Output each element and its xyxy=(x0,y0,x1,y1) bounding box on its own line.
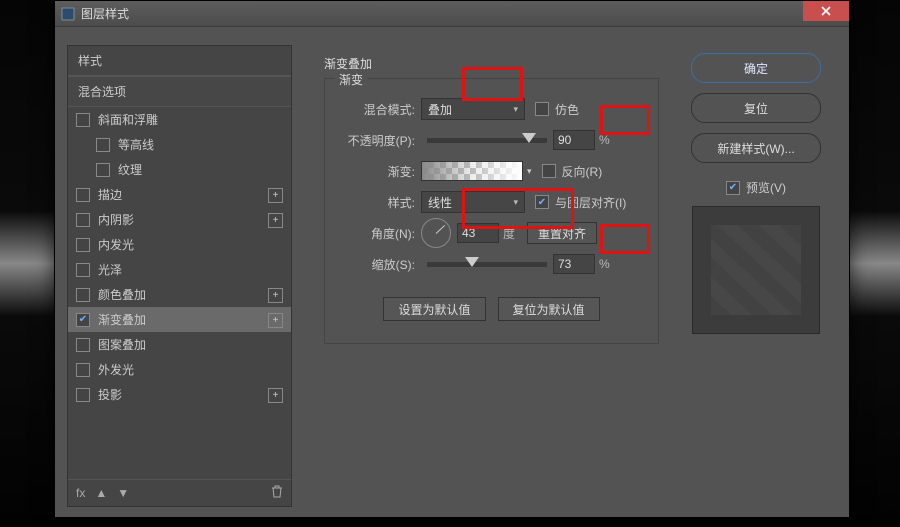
angle-unit: 度 xyxy=(503,225,515,242)
style-checkbox[interactable] xyxy=(76,238,90,252)
style-item[interactable]: 斜面和浮雕 xyxy=(68,107,291,132)
chevron-down-icon: ▾ xyxy=(513,104,518,115)
style-value: 线性 xyxy=(428,194,452,211)
style-select[interactable]: 线性 ▾ xyxy=(421,191,525,213)
preview-checkbox[interactable] xyxy=(726,181,740,195)
blending-options-row[interactable]: 混合选项 xyxy=(68,76,291,107)
style-label: 纹理 xyxy=(118,161,142,178)
layer-style-dialog: 图层样式 样式 混合选项 斜面和浮雕等高线纹理描边 + 内阴影 + 内发光光泽颜色叠加 +… xyxy=(54,0,850,518)
add-effect-icon[interactable]: + xyxy=(268,213,283,228)
style-item[interactable]: 纹理 xyxy=(68,157,291,182)
close-button[interactable] xyxy=(803,1,849,21)
style-label: 光泽 xyxy=(98,261,122,278)
blend-mode-label: 混合模式: xyxy=(335,101,421,118)
section-title: 渐变叠加 xyxy=(324,55,659,72)
opacity-label: 不透明度(P): xyxy=(335,132,421,149)
window-title: 图层样式 xyxy=(81,5,129,22)
add-effect-icon[interactable]: + xyxy=(268,388,283,403)
opacity-slider[interactable] xyxy=(427,138,547,143)
style-checkbox[interactable] xyxy=(76,263,90,277)
gradient-overlay-panel: 渐变叠加 渐变 混合模式: 叠加 ▾ 仿色 不透明度(P): xyxy=(300,27,673,515)
style-checkbox[interactable] xyxy=(76,388,90,402)
add-effect-icon[interactable]: + xyxy=(268,313,283,328)
blend-mode-value: 叠加 xyxy=(428,101,452,118)
chevron-down-icon[interactable]: ▾ xyxy=(527,166,532,177)
angle-input[interactable] xyxy=(457,223,499,243)
preview-thumbnail xyxy=(692,206,820,334)
add-effect-icon[interactable]: + xyxy=(268,188,283,203)
dither-label: 仿色 xyxy=(555,101,579,118)
gradient-picker[interactable] xyxy=(421,161,523,181)
gradient-label: 渐变: xyxy=(335,163,421,180)
arrow-down-icon[interactable]: ▼ xyxy=(117,486,129,500)
scale-unit: % xyxy=(599,257,610,271)
angle-label: 角度(N): xyxy=(335,225,421,242)
reset-align-button[interactable]: 重置对齐 xyxy=(527,222,597,244)
style-label: 图案叠加 xyxy=(98,336,146,353)
make-default-button[interactable]: 设置为默认值 xyxy=(383,297,485,321)
chevron-down-icon: ▾ xyxy=(513,197,518,208)
style-label: 斜面和浮雕 xyxy=(98,111,158,128)
style-item[interactable]: 内阴影 + xyxy=(68,207,291,232)
style-item[interactable]: 颜色叠加 + xyxy=(68,282,291,307)
style-item[interactable]: 渐变叠加 + xyxy=(68,307,291,332)
dither-checkbox[interactable] xyxy=(535,102,549,116)
add-effect-icon[interactable]: + xyxy=(268,288,283,303)
opacity-input[interactable] xyxy=(553,130,595,150)
fieldset-legend: 渐变 xyxy=(335,71,367,88)
scale-label: 缩放(S): xyxy=(335,256,421,273)
style-checkbox[interactable] xyxy=(96,163,110,177)
trash-icon[interactable] xyxy=(271,485,283,501)
style-item[interactable]: 等高线 xyxy=(68,132,291,157)
style-label: 内阴影 xyxy=(98,211,134,228)
scale-slider[interactable] xyxy=(427,262,547,267)
style-checkbox[interactable] xyxy=(76,313,90,327)
style-checkbox[interactable] xyxy=(76,213,90,227)
styles-footer: fx ▲ ▼ xyxy=(68,479,291,506)
new-style-button[interactable]: 新建样式(W)... xyxy=(691,133,821,163)
reverse-label: 反向(R) xyxy=(562,163,603,180)
style-checkbox[interactable] xyxy=(76,363,90,377)
app-icon xyxy=(61,7,75,21)
style-item[interactable]: 外发光 xyxy=(68,357,291,382)
style-checkbox[interactable] xyxy=(76,288,90,302)
preview-label: 预览(V) xyxy=(746,179,786,196)
fx-icon[interactable]: fx xyxy=(76,486,85,500)
style-label: 渐变叠加 xyxy=(98,311,146,328)
titlebar[interactable]: 图层样式 xyxy=(55,1,849,27)
style-item[interactable]: 图案叠加 xyxy=(68,332,291,357)
style-label: 颜色叠加 xyxy=(98,286,146,303)
style-label: 等高线 xyxy=(118,136,154,153)
styles-heading: 样式 xyxy=(68,46,291,76)
style-label: 描边 xyxy=(98,186,122,203)
style-checkbox[interactable] xyxy=(96,138,110,152)
style-item[interactable]: 内发光 xyxy=(68,232,291,257)
style-label: 外发光 xyxy=(98,361,134,378)
arrow-up-icon[interactable]: ▲ xyxy=(95,486,107,500)
opacity-unit: % xyxy=(599,133,610,147)
align-checkbox[interactable] xyxy=(535,195,549,209)
style-item[interactable]: 光泽 xyxy=(68,257,291,282)
align-label: 与图层对齐(I) xyxy=(555,194,626,211)
scale-input[interactable] xyxy=(553,254,595,274)
style-checkbox[interactable] xyxy=(76,188,90,202)
style-label: 投影 xyxy=(98,386,122,403)
style-item[interactable]: 投影 + xyxy=(68,382,291,407)
close-icon xyxy=(821,6,831,16)
style-checkbox[interactable] xyxy=(76,338,90,352)
reverse-checkbox[interactable] xyxy=(542,164,556,178)
cancel-button[interactable]: 复位 xyxy=(691,93,821,123)
styles-list: 样式 混合选项 斜面和浮雕等高线纹理描边 + 内阴影 + 内发光光泽颜色叠加 + 渐变叠加 +… xyxy=(67,45,292,507)
style-label: 内发光 xyxy=(98,236,134,253)
angle-dial[interactable] xyxy=(421,218,451,248)
ok-button[interactable]: 确定 xyxy=(691,53,821,83)
blend-mode-select[interactable]: 叠加 ▾ xyxy=(421,98,525,120)
style-label: 样式: xyxy=(335,194,421,211)
style-checkbox[interactable] xyxy=(76,113,90,127)
reset-default-button[interactable]: 复位为默认值 xyxy=(498,297,600,321)
style-item[interactable]: 描边 + xyxy=(68,182,291,207)
